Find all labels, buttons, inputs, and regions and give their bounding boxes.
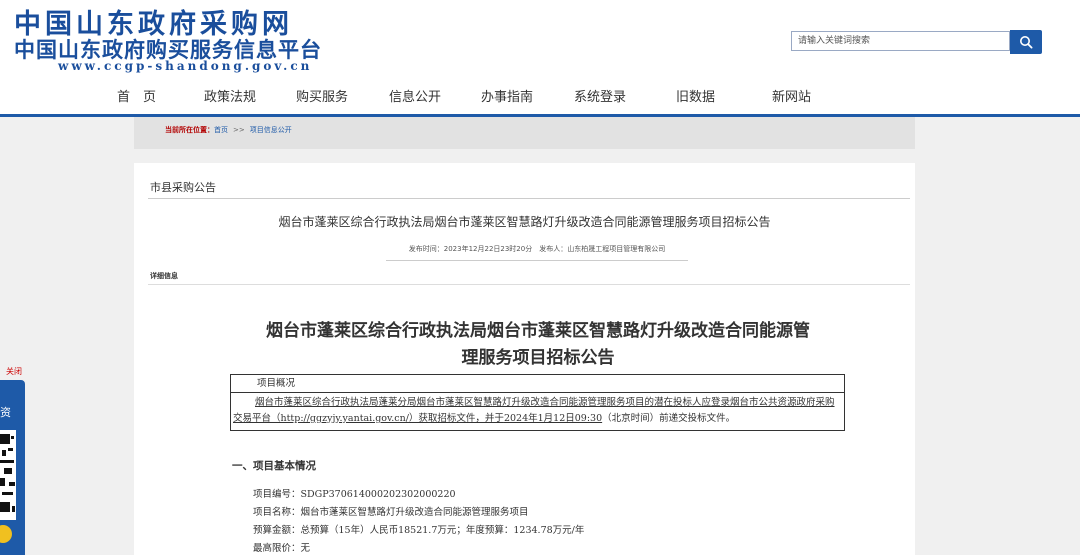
section-divider bbox=[148, 198, 910, 199]
document-title: 烟台市蓬莱区综合行政执法局烟台市蓬莱区智慧路灯升级改造合同能源管 理服务项目招标… bbox=[222, 318, 854, 372]
overview-table: 项目概况 烟台市蓬莱区综合行政执法局蓬莱分局烟台市蓬莱区智慧路灯升级改造合同能源… bbox=[230, 374, 845, 431]
breadcrumb-separator: >> bbox=[233, 126, 245, 134]
max-price: 最高限价：无 bbox=[253, 543, 311, 554]
site-logo-url[interactable]: www.ccgp-shandong.gov.cn bbox=[58, 59, 312, 73]
article-title: 烟台市蓬莱区综合行政执法局烟台市蓬莱区智慧路灯升级改造合同能源管理服务项目招标公… bbox=[278, 215, 771, 229]
nav-item-new-site[interactable]: 新网站 bbox=[772, 90, 811, 106]
detail-label: 详细信息 bbox=[150, 272, 178, 280]
search-input[interactable]: 请输入关键词搜索 bbox=[791, 31, 1010, 51]
nav-item-home[interactable]: 首 页 bbox=[117, 90, 156, 106]
breadcrumb-home-link[interactable]: 首页 bbox=[214, 126, 228, 134]
main-nav bbox=[0, 82, 1080, 115]
nav-item-purchase-service[interactable]: 购买服务 bbox=[296, 90, 348, 106]
overview-text-end: （北京时间）前递交投标文件。 bbox=[602, 413, 736, 424]
nav-item-old-data[interactable]: 旧数据 bbox=[676, 90, 715, 106]
overview-header: 项目概况 bbox=[231, 375, 844, 393]
breadcrumb-current-link[interactable]: 项目信息公开 bbox=[250, 126, 292, 134]
document-title-line-1: 烟台市蓬莱区综合行政执法局烟台市蓬莱区智慧路灯升级改造合同能源管 bbox=[266, 321, 810, 341]
search-button[interactable] bbox=[1010, 30, 1042, 54]
nav-item-info-public[interactable]: 信息公开 bbox=[389, 90, 441, 106]
budget-amount: 预算金额：总预算（15年）人民币18521.7万元；年度预算：1234.78万元… bbox=[253, 525, 585, 536]
site-logo-title[interactable]: 中国山东政府采购网 bbox=[14, 10, 293, 40]
search-icon bbox=[1020, 36, 1033, 49]
site-header: 中国山东政府采购网 中国山东政府购买服务信息平台 www.ccgp-shando… bbox=[0, 0, 1080, 80]
project-number: 项目编号：SDGP370614000202302000220 bbox=[253, 489, 456, 500]
document-title-line-2: 理服务项目招标公告 bbox=[461, 348, 615, 368]
project-name: 项目名称：烟台市蓬莱区智慧路灯升级改造合同能源管理服务项目 bbox=[253, 507, 529, 518]
breadcrumb: 当前所在位置：首页 >> 项目信息公开 bbox=[165, 125, 292, 135]
article-meta: 发布时间：2023年12月22日23时20分 发布人：山东柏晟工程项目管理有限公… bbox=[386, 242, 688, 261]
side-panel-close-button[interactable]: 关闭 bbox=[6, 367, 22, 377]
section-1-title: 一、项目基本情况 bbox=[232, 460, 316, 472]
nav-item-policy[interactable]: 政策法规 bbox=[204, 90, 256, 106]
qr-code-icon[interactable] bbox=[0, 430, 16, 520]
detail-divider bbox=[148, 284, 910, 285]
section-title: 市县采购公告 bbox=[150, 181, 216, 194]
nav-item-login[interactable]: 系统登录 bbox=[574, 90, 626, 106]
overview-deadline: 2024年1月12日09:30 bbox=[503, 413, 603, 424]
overview-body: 烟台市蓬莱区综合行政执法局蓬莱分局烟台市蓬莱区智慧路灯升级改造合同能源管理服务项… bbox=[231, 393, 844, 430]
breadcrumb-label: 当前所在位置： bbox=[165, 126, 214, 134]
nav-item-guide[interactable]: 办事指南 bbox=[481, 90, 533, 106]
side-panel-text: 资 bbox=[0, 406, 11, 419]
